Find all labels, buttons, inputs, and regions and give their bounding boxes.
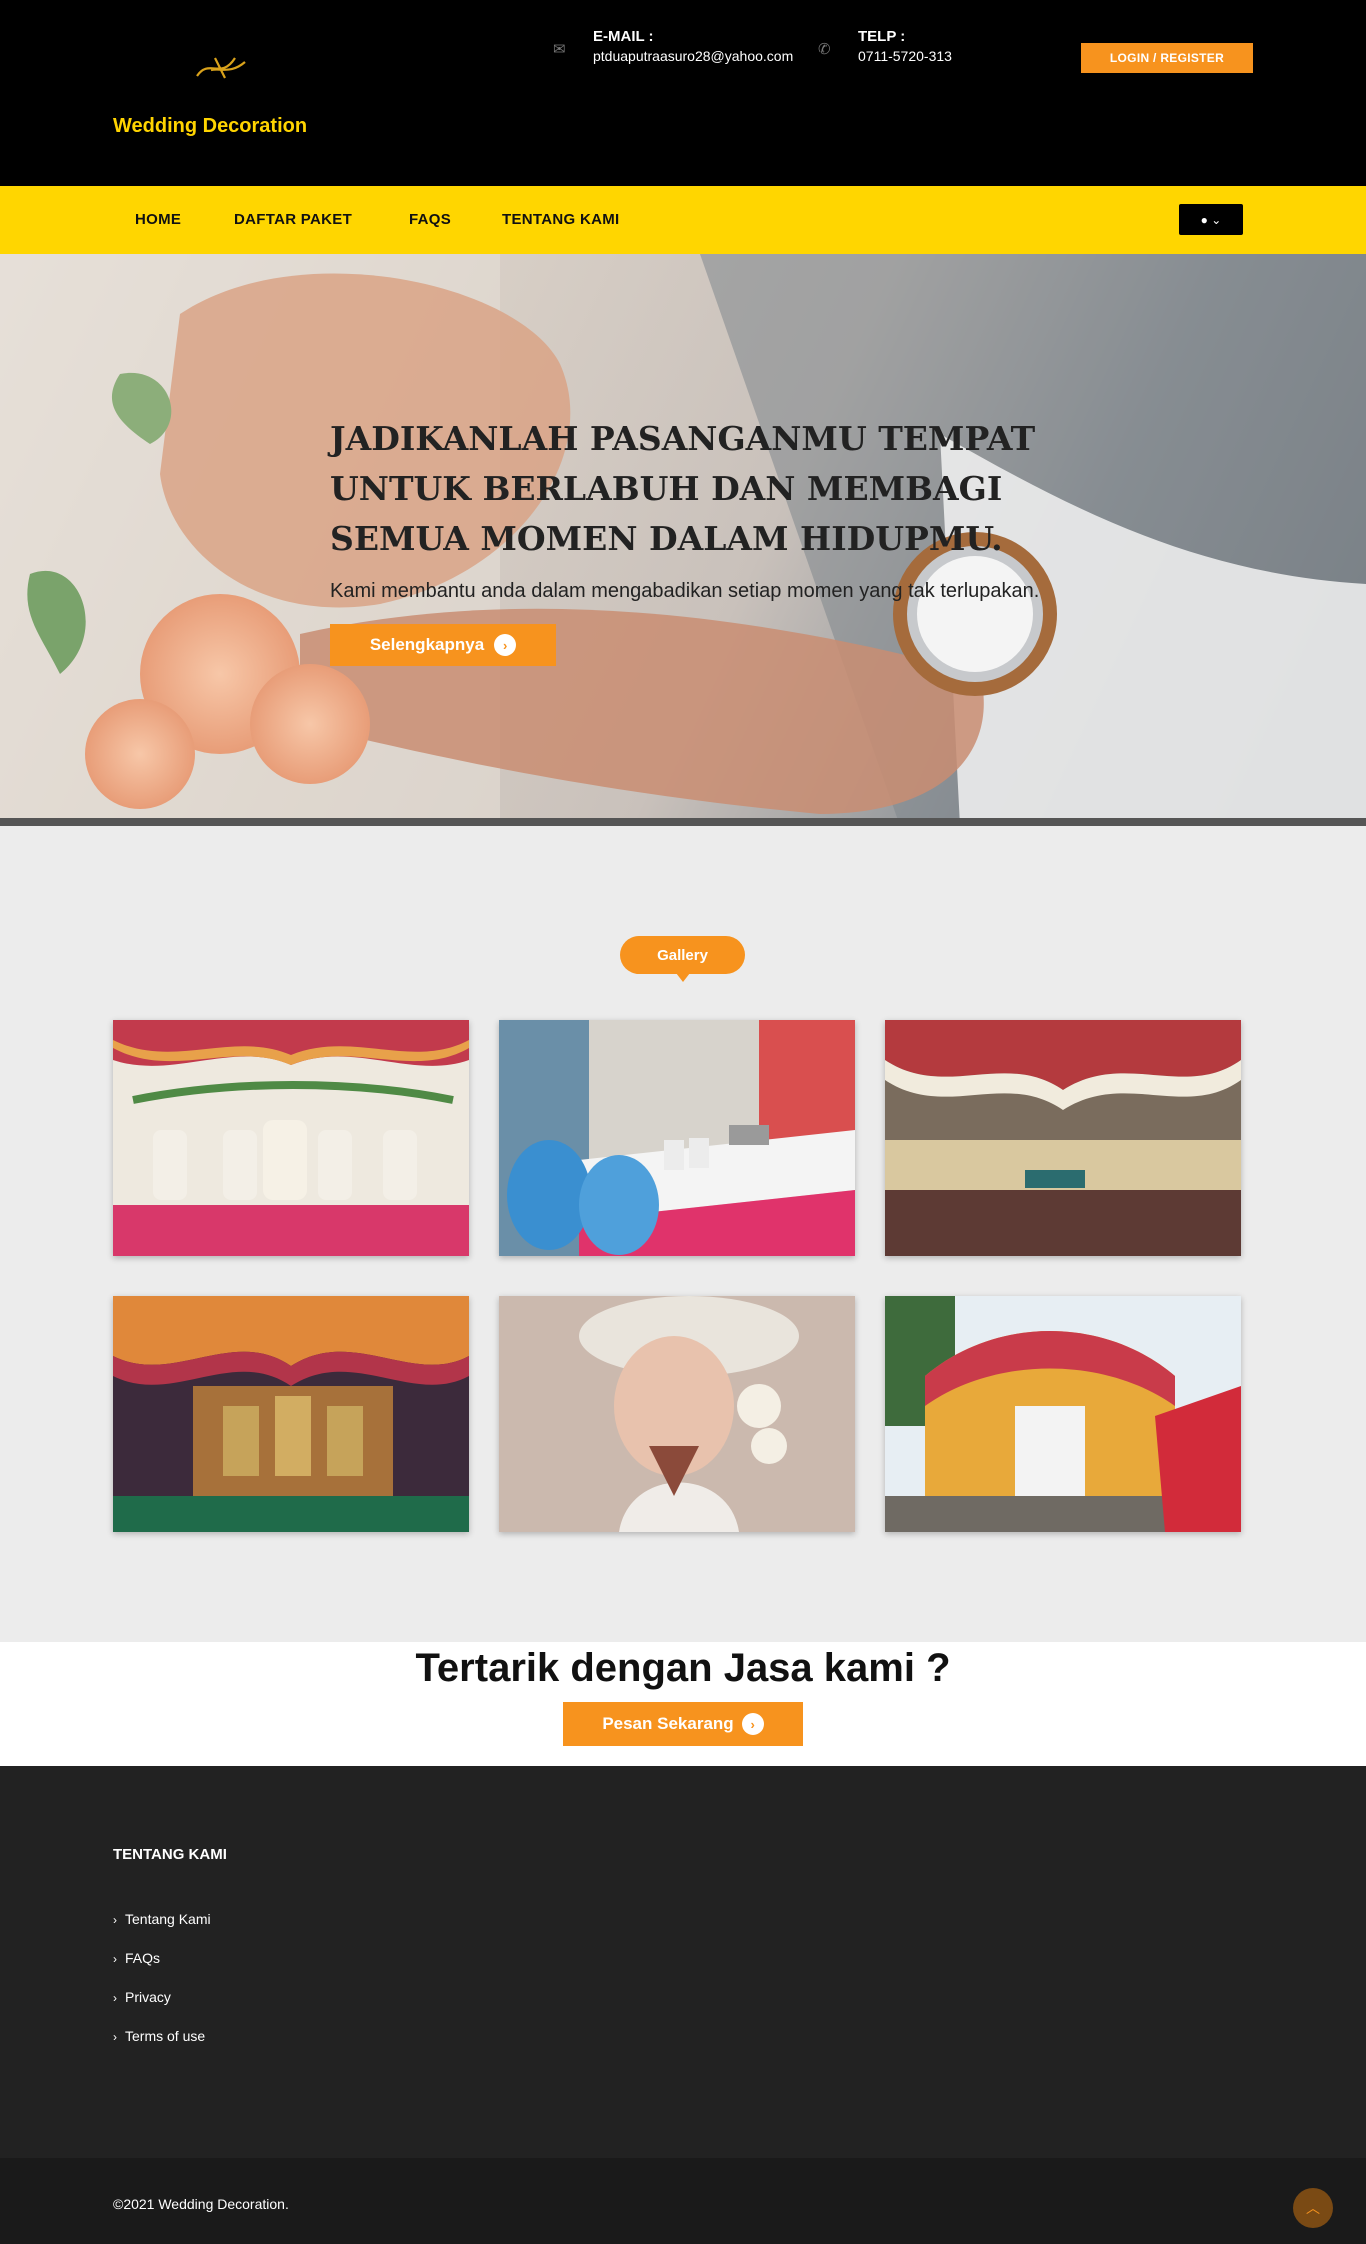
gallery-section: Gallery bbox=[0, 826, 1366, 1642]
gallery-image[interactable] bbox=[113, 1296, 469, 1532]
footer-link-terms[interactable]: › Terms of use bbox=[113, 2028, 205, 2044]
envelope-icon: ✉ bbox=[553, 41, 566, 58]
copyright-bar: ©2021 Wedding Decoration. ︿ bbox=[0, 2158, 1366, 2244]
copyright-text: ©2021 Wedding Decoration. bbox=[113, 2196, 289, 2212]
nav-tentang-kami[interactable]: TENTANG KAMI bbox=[502, 211, 619, 228]
selengkapnya-label: Selengkapnya bbox=[369, 635, 485, 654]
cta-title: Tertarik dengan Jasa kami ? bbox=[415, 1646, 951, 1690]
email-label: E-MAIL : bbox=[593, 28, 654, 45]
phone-label: TELP : bbox=[858, 28, 906, 45]
brand-name[interactable]: Wedding Decoration bbox=[113, 115, 307, 138]
footer-link-label: Tentang Kami bbox=[125, 1911, 211, 1927]
phone-icon: ✆ bbox=[818, 41, 831, 58]
hero-title: JADIKANLAH PASANGANMU TEMPAT UNTUK BERLA… bbox=[330, 419, 1036, 558]
footer-link-tentang-kami[interactable]: › Tentang Kami bbox=[113, 1911, 211, 1927]
gallery-image[interactable] bbox=[113, 1020, 469, 1256]
gallery-image[interactable] bbox=[499, 1296, 855, 1532]
chevron-right-icon: › bbox=[113, 1913, 117, 1927]
footer: TENTANG KAMI › Tentang Kami › FAQs › Privac… bbox=[0, 1766, 1366, 2158]
pesan-sekarang-label: Pesan Sekarang bbox=[602, 1714, 734, 1733]
selengkapnya-button[interactable]: Selengkapnya › bbox=[330, 624, 556, 666]
user-icon: ● bbox=[1200, 212, 1208, 227]
pesan-sekarang-button[interactable]: Pesan Sekarang › bbox=[563, 1702, 803, 1746]
user-menu-button[interactable]: ● ⌄ bbox=[1179, 204, 1243, 235]
nav-faqs[interactable]: FAQS bbox=[409, 211, 451, 228]
hero-banner: JADIKANLAH PASANGANMU TEMPAT UNTUK BERLA… bbox=[0, 254, 1366, 826]
back-to-top-button[interactable]: ︿ bbox=[1293, 2188, 1333, 2228]
main-nav: HOME DAFTAR PAKET FAQS TENTANG KAMI ● ⌄ bbox=[0, 186, 1366, 254]
chevron-down-icon: ⌄ bbox=[1211, 212, 1222, 227]
nav-daftar-paket[interactable]: DAFTAR PAKET bbox=[234, 211, 352, 228]
chevron-right-icon: › bbox=[113, 1952, 117, 1966]
footer-link-faqs[interactable]: › FAQs bbox=[113, 1950, 160, 1966]
chevron-right-icon: › bbox=[113, 2030, 117, 2044]
logo[interactable] bbox=[113, 32, 333, 112]
gallery-heading: Gallery bbox=[620, 936, 745, 982]
arrow-right-icon: › bbox=[494, 634, 517, 656]
footer-title: TENTANG KAMI bbox=[113, 1846, 227, 1863]
cta-section: Tertarik dengan Jasa kami ? Pesan Sekara… bbox=[0, 1642, 1366, 1766]
login-register-button[interactable]: LOGIN / REGISTER bbox=[1081, 43, 1253, 73]
chevron-up-icon: ︿ bbox=[1306, 2200, 1320, 2216]
hero-subtitle: Kami membantu anda dalam mengabadikan se… bbox=[330, 580, 1040, 602]
arrow-right-icon: › bbox=[741, 1713, 764, 1735]
gallery-image[interactable] bbox=[499, 1020, 855, 1256]
top-header: Wedding Decoration ✉ E-MAIL : ptduaputra… bbox=[0, 0, 1366, 186]
footer-link-label: Privacy bbox=[125, 1989, 171, 2005]
nav-home[interactable]: HOME bbox=[135, 211, 181, 228]
footer-link-label: FAQs bbox=[125, 1950, 161, 1966]
phone-value: 0711-5720-313 bbox=[858, 48, 952, 64]
email-value: ptduaputraasuro28@yahoo.com bbox=[593, 48, 794, 64]
footer-link-label: Terms of use bbox=[125, 2028, 206, 2044]
footer-link-privacy[interactable]: › Privacy bbox=[113, 1989, 171, 2005]
logo-mark-icon bbox=[196, 57, 246, 79]
gallery-image[interactable] bbox=[885, 1296, 1241, 1532]
chevron-right-icon: › bbox=[113, 1991, 117, 2005]
hero-divider bbox=[0, 818, 1366, 826]
gallery-image[interactable] bbox=[885, 1020, 1241, 1256]
